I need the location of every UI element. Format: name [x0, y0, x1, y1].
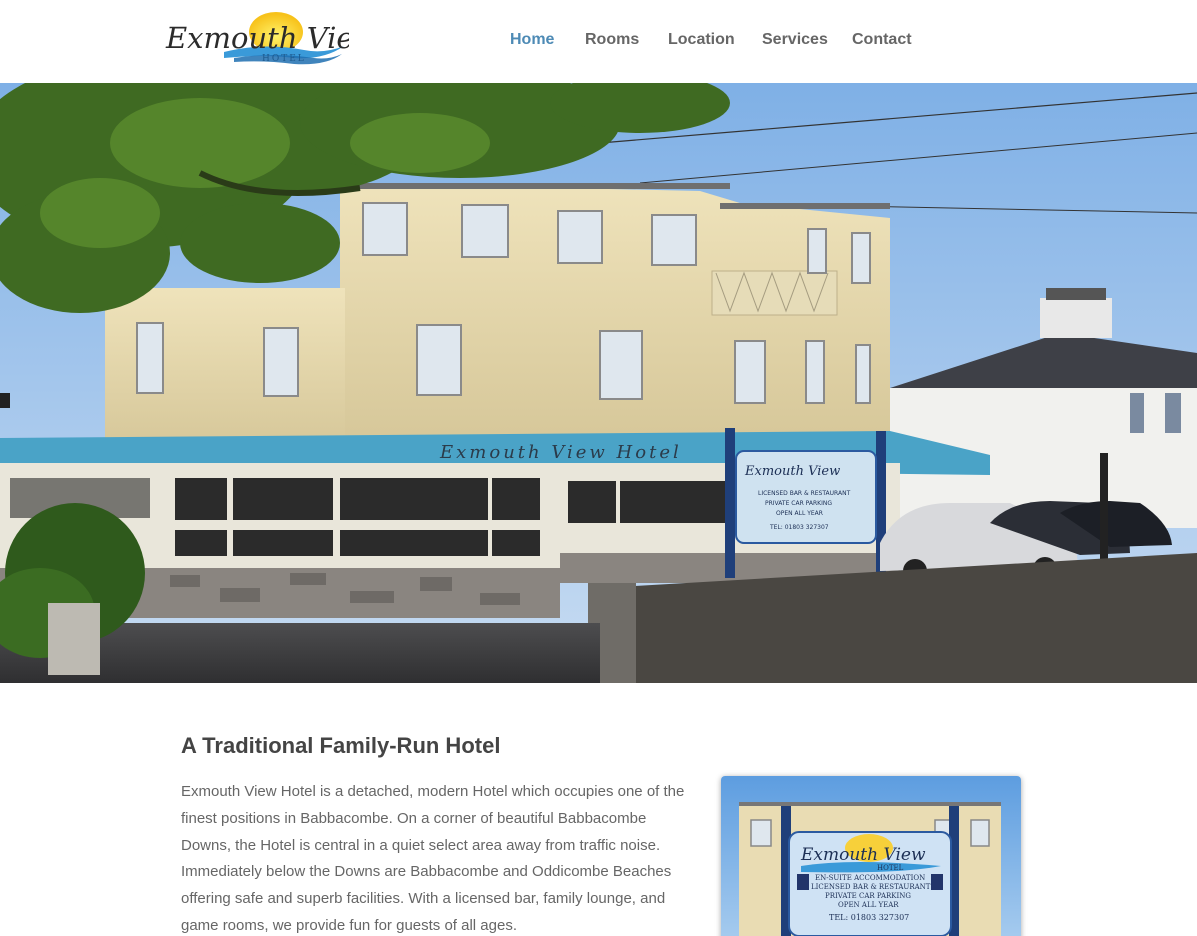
- photo-sign-name: Exmouth View: [800, 845, 926, 865]
- photo-sign-line1: EN-SUITE ACCOMMODATION: [815, 874, 925, 882]
- nav-home[interactable]: Home: [510, 31, 554, 49]
- site-header: Exmouth View HOTEL Home Rooms Location S…: [0, 0, 1197, 83]
- board-name: Exmouth View: [744, 464, 840, 479]
- conservatory-sign: Exmouth View Hotel: [439, 442, 682, 463]
- board-line2: PRIVATE CAR PARKING: [765, 500, 832, 507]
- hero-image: Exmouth View Hotel Exmouth View LICENSED…: [0, 83, 1197, 683]
- board-tel: TEL: 01803 327307: [769, 524, 829, 531]
- board-line1: LICENSED BAR & RESTAURANT: [758, 490, 851, 497]
- photo-sign-sub: HOTEL: [877, 864, 904, 872]
- intro-paragraph: Exmouth View Hotel is a detached, modern…: [181, 783, 685, 934]
- nav-location[interactable]: Location: [668, 31, 735, 49]
- nav-services[interactable]: Services: [762, 31, 828, 49]
- photo-sign-line2: LICENSED BAR & RESTAURANT: [811, 883, 931, 891]
- hotel-sign-photo: Exmouth View HOTEL EN-SUITE ACCOMMODATIO…: [721, 776, 1021, 936]
- photo-sign-line3: PRIVATE CAR PARKING: [825, 892, 911, 900]
- main-nav: Home Rooms Location Services Contact: [0, 31, 1197, 51]
- photo-sign-tel: TEL: 01803 327307: [829, 913, 909, 922]
- nav-contact[interactable]: Contact: [852, 31, 912, 49]
- photo-sign-line4: OPEN ALL YEAR: [838, 901, 899, 909]
- logo-subtext: HOTEL: [262, 54, 306, 64]
- section-title: A Traditional Family-Run Hotel: [181, 733, 501, 758]
- board-line3: OPEN ALL YEAR: [776, 510, 823, 517]
- nav-rooms[interactable]: Rooms: [585, 31, 639, 49]
